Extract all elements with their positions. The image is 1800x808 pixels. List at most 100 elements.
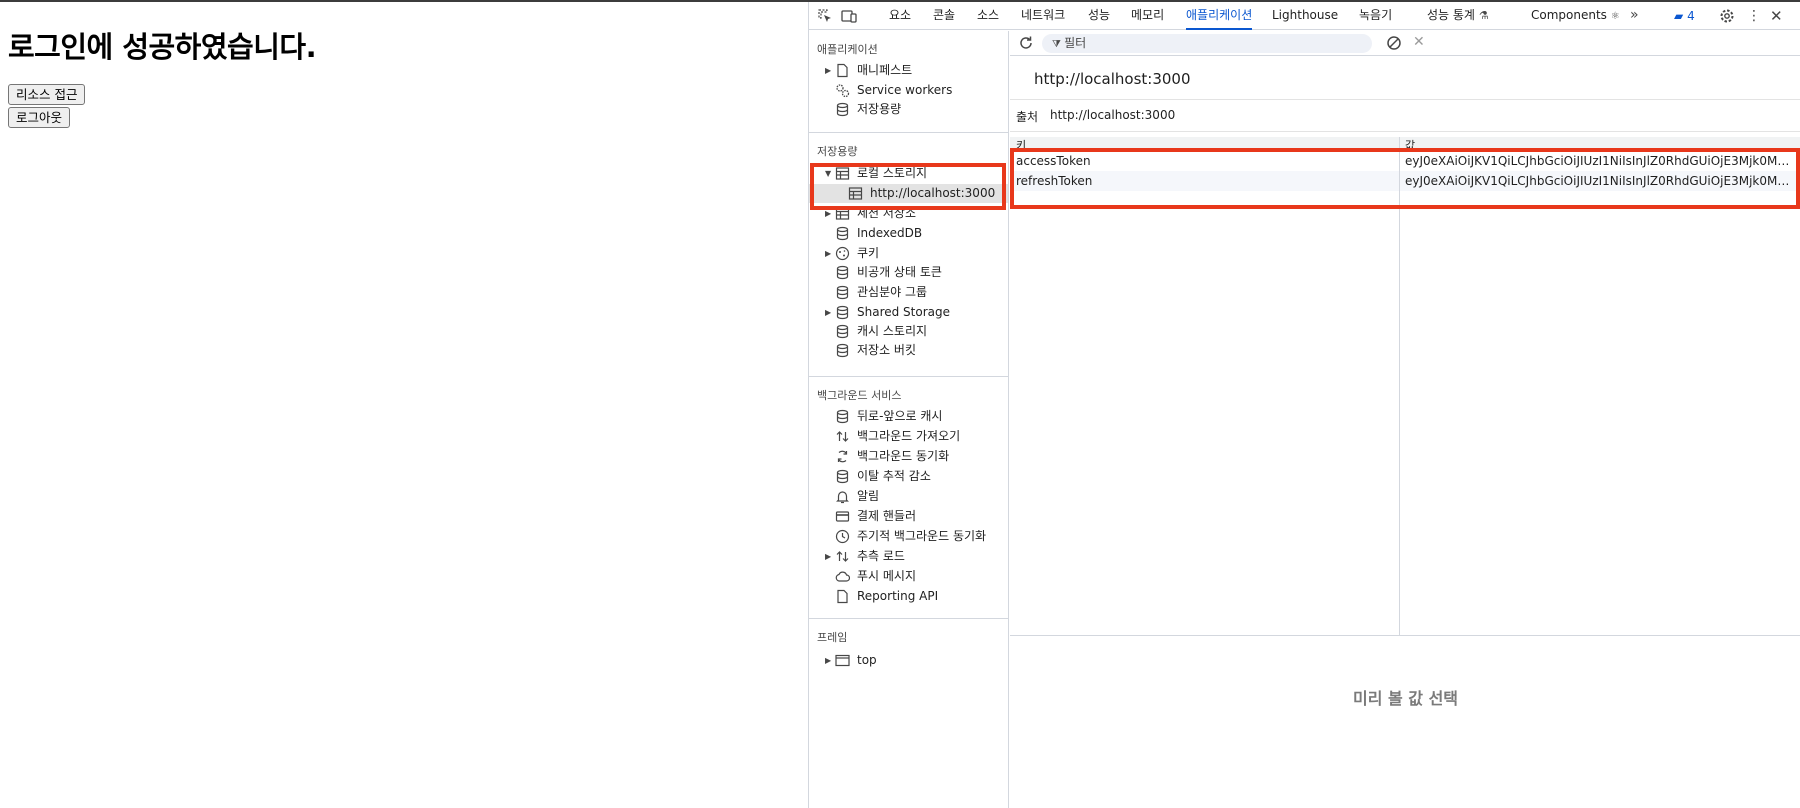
tab-network[interactable]: 네트워크 — [1021, 2, 1065, 30]
expand-arrow-icon[interactable]: ▶ — [825, 61, 831, 80]
database-icon — [835, 305, 850, 320]
settings-icon[interactable] — [1719, 8, 1735, 27]
file-icon — [835, 589, 850, 604]
origin-label: 출처 — [1016, 110, 1039, 124]
sidebar-item-label: Shared Storage — [857, 305, 951, 319]
sidebar-item-background-sync[interactable]: 백그라운드 동기화 — [809, 447, 1008, 466]
sidebar-item-speculative-loads[interactable]: ▶ 추측 로드 — [809, 547, 1008, 566]
tab-components[interactable]: Components ⚛ — [1531, 2, 1620, 30]
sidebar-item-label: 저장용량 — [857, 102, 902, 116]
sidebar-item-service-workers[interactable]: Service workers — [809, 81, 1008, 100]
sidebar-item-bounce-tracking[interactable]: 이탈 추적 감소 — [809, 467, 1008, 486]
table-row[interactable]: refreshToken eyJ0eXAiOiJKV1QiLCJhbGciOiJ… — [1010, 171, 1800, 191]
page-heading: 로그인에 성공하였습니다. — [8, 30, 317, 64]
sidebar-item-label: 쿠키 — [857, 246, 880, 260]
sidebar-item-label: IndexedDB — [857, 226, 923, 240]
sidebar-item-background-fetch[interactable]: 백그라운드 가져오기 — [809, 427, 1008, 446]
sidebar-item-shared-storage[interactable]: ▶ Shared Storage — [809, 303, 1008, 322]
divider — [809, 618, 1008, 619]
tab-sources[interactable]: 소스 — [977, 2, 999, 30]
sidebar-item-label: 알림 — [857, 489, 880, 503]
sidebar-item-local-storage[interactable]: ▼ 로컬 스토리지 — [809, 164, 1008, 183]
sidebar-item-reporting-api[interactable]: Reporting API — [809, 587, 1008, 606]
gears-icon — [835, 83, 850, 98]
clear-all-icon[interactable] — [1386, 35, 1402, 55]
storage-table: 키 값 accessToken eyJ0eXAiOiJKV1QiLCJhbGci… — [1010, 137, 1800, 636]
preview-placeholder: 미리 볼 값 선택 — [1352, 689, 1459, 708]
tab-recorder[interactable]: 녹음기 — [1359, 2, 1392, 30]
sidebar-item-label: 결제 핸들러 — [857, 509, 917, 523]
expand-arrow-icon[interactable]: ▶ — [825, 244, 831, 263]
table-header: 키 값 — [1010, 137, 1800, 152]
sidebar-item-label: Service workers — [857, 83, 953, 97]
tab-components-label: Components — [1531, 8, 1607, 22]
credit-card-icon — [835, 509, 850, 524]
table-icon — [848, 186, 863, 201]
tab-elements[interactable]: 요소 — [889, 2, 911, 30]
issues-counter[interactable]: ▰ 4 — [1674, 9, 1695, 23]
resource-access-button[interactable]: 리소스 접근 — [8, 84, 86, 105]
database-icon — [835, 469, 850, 484]
origin-row: 출처 http://localhost:3000 — [1010, 99, 1800, 132]
sidebar-item-frame-top[interactable]: ▶ top — [809, 651, 1008, 670]
table-row[interactable]: accessToken eyJ0eXAiOiJKV1QiLCJhbGciOiJI… — [1010, 151, 1800, 171]
close-devtools-icon[interactable]: ✕ — [1770, 8, 1783, 24]
delete-selected-icon[interactable]: ✕ — [1413, 34, 1425, 50]
sidebar-item-label: 이탈 추적 감소 — [857, 469, 931, 483]
sync-icon — [835, 449, 850, 464]
sidebar-item-notifications[interactable]: 알림 — [809, 487, 1008, 506]
collapse-arrow-icon[interactable]: ▼ — [825, 164, 831, 183]
sidebar-item-label: 저장소 버킷 — [857, 343, 917, 357]
sidebar-item-cache-storage[interactable]: 캐시 스토리지 — [809, 322, 1008, 341]
devtools-tabbar: 요소 콘솔 소스 네트워크 성능 메모리 애플리케이션 Lighthouse 녹… — [809, 2, 1800, 30]
web-page: 로그인에 성공하였습니다. 리소스 접근 로그아웃 — [0, 2, 808, 808]
logout-button[interactable]: 로그아웃 — [8, 107, 71, 128]
database-icon — [835, 102, 850, 117]
sidebar-item-bfcache[interactable]: 뒤로-앞으로 캐시 — [809, 407, 1008, 426]
database-icon — [835, 409, 850, 424]
sidebar-item-payment-handler[interactable]: 결제 핸들러 — [809, 507, 1008, 526]
kebab-menu-icon[interactable]: ⋮ — [1747, 8, 1761, 24]
section-title-storage: 저장용량 — [817, 145, 858, 158]
cookie-icon — [835, 246, 850, 261]
atom-icon: ⚛ — [1610, 11, 1620, 22]
expand-arrow-icon[interactable]: ▶ — [825, 651, 831, 670]
section-title-background-services: 백그라운드 서비스 — [817, 389, 902, 402]
sidebar-item-interest-groups[interactable]: 관심분야 그룹 — [809, 283, 1008, 302]
up-down-arrows-icon — [835, 429, 850, 444]
more-tabs-icon[interactable]: » — [1630, 2, 1639, 30]
sidebar-item-local-storage-origin[interactable]: http://localhost:3000 — [809, 184, 1008, 203]
sidebar-item-label: 백그라운드 가져오기 — [857, 429, 961, 443]
bell-icon — [835, 489, 850, 504]
filter-input[interactable]: ⧩ 필터 — [1042, 34, 1372, 53]
sidebar-item-private-state-tokens[interactable]: 비공개 상태 토큰 — [809, 263, 1008, 282]
sidebar-item-indexeddb[interactable]: IndexedDB — [809, 224, 1008, 243]
database-icon — [835, 343, 850, 358]
sidebar-item-label: 뒤로-앞으로 캐시 — [857, 409, 943, 423]
sidebar-item-label: 백그라운드 동기화 — [857, 449, 950, 463]
divider — [809, 376, 1008, 377]
expand-arrow-icon[interactable]: ▶ — [825, 303, 831, 322]
divider — [809, 132, 1008, 133]
sidebar-item-push-messaging[interactable]: 푸시 메시지 — [809, 567, 1008, 586]
sidebar-item-cookies[interactable]: ▶ 쿠키 — [809, 244, 1008, 263]
inspect-element-icon[interactable] — [817, 8, 833, 24]
tab-performance-insights[interactable]: 성능 통계 ⚗ — [1427, 2, 1489, 30]
column-divider[interactable] — [1399, 137, 1400, 636]
tab-memory[interactable]: 메모리 — [1131, 2, 1164, 30]
sidebar-item-storage[interactable]: 저장용량 — [809, 100, 1008, 119]
refresh-icon[interactable] — [1018, 35, 1034, 55]
sidebar-item-label: 푸시 메시지 — [857, 569, 917, 583]
sidebar-item-label: 비공개 상태 토큰 — [857, 265, 942, 279]
device-toolbar-icon[interactable] — [841, 8, 857, 24]
sidebar-item-session-storage[interactable]: ▶ 세션 저장소 — [809, 204, 1008, 223]
tab-application[interactable]: 애플리케이션 — [1186, 2, 1253, 30]
expand-arrow-icon[interactable]: ▶ — [825, 204, 831, 223]
sidebar-item-manifest[interactable]: ▶ 매니페스트 — [809, 61, 1008, 80]
sidebar-item-storage-buckets[interactable]: 저장소 버킷 — [809, 341, 1008, 360]
tab-console[interactable]: 콘솔 — [933, 2, 955, 30]
expand-arrow-icon[interactable]: ▶ — [825, 547, 831, 566]
tab-lighthouse[interactable]: Lighthouse — [1272, 2, 1338, 30]
tab-performance[interactable]: 성능 — [1088, 2, 1110, 30]
sidebar-item-periodic-sync[interactable]: 주기적 백그라운드 동기화 — [809, 527, 1008, 546]
